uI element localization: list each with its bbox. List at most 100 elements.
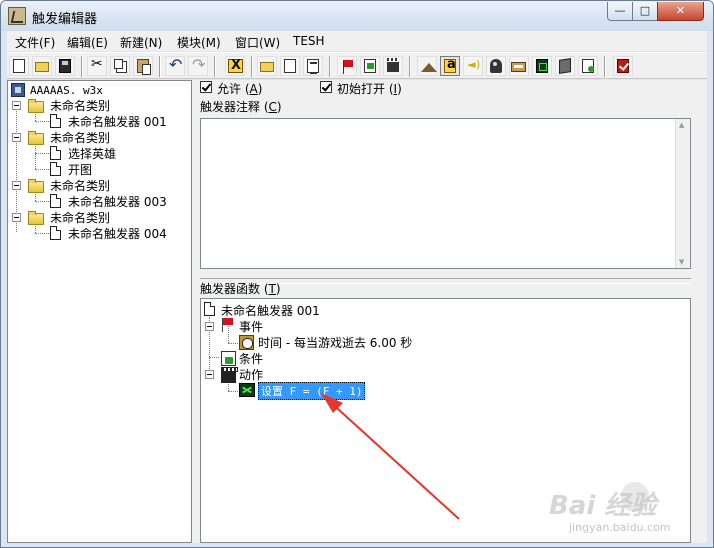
functions-label-text: 触发器函数 [200, 282, 261, 296]
open-map-button[interactable] [32, 56, 52, 76]
comment-scrollbar[interactable]: ▲ ▼ [675, 119, 690, 268]
enabled-label-text: 允许 [217, 82, 242, 96]
sound-editor-button[interactable] [463, 56, 483, 76]
enabled-checkbox[interactable] [200, 81, 212, 93]
title-bar[interactable]: 触发编辑器 — □ ✕ [1, 1, 713, 31]
sound-editor-icon [467, 58, 480, 73]
menu-file[interactable]: 文件(F) [15, 34, 55, 51]
toolbar-separator [251, 56, 253, 77]
initially-on-label[interactable]: 初始打开 (I) [337, 80, 402, 97]
copy-button[interactable] [110, 56, 130, 76]
menu-new[interactable]: 新建(N) [120, 34, 162, 51]
new-trigger-button[interactable] [280, 56, 300, 76]
tree-category[interactable]: 未命名类别 [50, 209, 110, 226]
trigger-editor-button[interactable] [440, 56, 460, 76]
paste-button[interactable] [133, 56, 153, 76]
toolbar-separator [409, 56, 411, 77]
paste-icon [137, 59, 151, 75]
scroll-down-icon[interactable]: ▼ [679, 258, 684, 266]
object-manager-icon [559, 58, 571, 74]
trigger-doc-icon [50, 146, 61, 160]
tree-guide [209, 357, 219, 358]
collapse-icon[interactable] [205, 322, 214, 331]
menu-tesh[interactable]: TESH [293, 34, 325, 48]
tree-trigger[interactable]: 未命名触发器 004 [68, 225, 167, 242]
enabled-hotkey: A [249, 82, 258, 96]
tree-guide [35, 169, 49, 170]
new-map-button[interactable] [9, 56, 29, 76]
toolbar-separator [214, 56, 216, 77]
tree-trigger[interactable]: 开图 [68, 161, 92, 178]
comment-label-text: 触发器注释 [200, 100, 261, 114]
tree-trigger[interactable]: 未命名触发器 003 [68, 193, 167, 210]
trigger-properties: 允许 (A) 初始打开 (I) 触发器注释 (C) ▲ ▼ 触发器函数 (T) … [196, 80, 707, 543]
terrain-editor-button[interactable] [417, 56, 437, 76]
functions-hotkey: T [268, 282, 276, 296]
ai-editor-button[interactable] [532, 56, 552, 76]
convert-jass-button[interactable] [225, 56, 245, 76]
condition-icon [221, 351, 236, 366]
collapse-icon[interactable] [12, 213, 21, 222]
menu-edit[interactable]: 编辑(E) [67, 34, 108, 51]
tree-guide [35, 233, 49, 234]
import-manager-button[interactable] [578, 56, 598, 76]
actions-node[interactable]: 动作 [239, 366, 263, 383]
campaign-editor-button[interactable] [509, 56, 529, 76]
maximize-button[interactable]: □ [632, 2, 658, 21]
object-manager-button[interactable] [555, 56, 575, 76]
minimize-button[interactable]: — [607, 2, 633, 21]
conditions-node[interactable]: 条件 [239, 350, 263, 367]
trigger-editor-window: 触发编辑器 — □ ✕ 文件(F) 编辑(E) 新建(N) 模块(M) 窗口(W… [0, 0, 714, 548]
tree-guide [35, 144, 36, 169]
event-flag-icon [221, 318, 233, 332]
test-map-icon [617, 59, 629, 73]
cut-button[interactable] [87, 56, 107, 76]
trigger-doc-icon [50, 114, 61, 128]
event-item[interactable]: 时间 - 每当游戏逝去 6.00 秒 [258, 334, 412, 351]
new-category-button[interactable] [257, 56, 277, 76]
trigger-tree[interactable]: AAAAAS. w3x 未命名类别 未命名触发器 001 未命名类别 选择英雄 … [7, 80, 192, 543]
toolbar-separator [604, 56, 606, 77]
collapse-icon[interactable] [12, 101, 21, 110]
close-button[interactable]: ✕ [657, 2, 704, 21]
tree-guide [35, 112, 36, 121]
tree-guide [35, 224, 36, 233]
toolbar-separator [329, 56, 331, 77]
object-editor-button[interactable] [486, 56, 506, 76]
tree-category[interactable]: 未命名类别 [50, 177, 110, 194]
menu-window[interactable]: 窗口(W) [235, 34, 280, 51]
redo-button[interactable] [188, 55, 208, 76]
trigger-doc-icon [204, 302, 215, 316]
selected-action-item[interactable]: 设置 F = (F + 1) [258, 382, 366, 400]
new-action-button[interactable] [383, 56, 403, 76]
cut-icon [91, 56, 103, 73]
new-comment-button[interactable] [303, 56, 323, 76]
events-node[interactable]: 事件 [239, 318, 263, 335]
watermark-brand: Bai 经验 [549, 491, 657, 521]
tree-category[interactable]: 未命名类别 [50, 129, 110, 146]
initially-on-checkbox[interactable] [320, 81, 332, 93]
tree-trigger[interactable]: 选择英雄 [68, 145, 116, 162]
undo-button[interactable] [165, 55, 185, 76]
tree-category[interactable]: 未命名类别 [50, 97, 110, 114]
tree-root-map[interactable]: AAAAAS. w3x [30, 84, 103, 97]
collapse-icon[interactable] [12, 133, 21, 142]
import-manager-icon [582, 59, 594, 73]
terrain-editor-icon [421, 59, 437, 73]
toolbar-separator [159, 56, 161, 77]
menu-module[interactable]: 模块(M) [177, 34, 221, 51]
tree-trigger[interactable]: 未命名触发器 001 [68, 113, 167, 130]
menu-bar: 文件(F) 编辑(E) 新建(N) 模块(M) 窗口(W) TESH [7, 31, 707, 51]
scroll-up-icon[interactable]: ▲ [679, 121, 684, 129]
comment-textarea[interactable]: ▲ ▼ [200, 118, 691, 269]
collapse-icon[interactable] [205, 370, 214, 379]
functions-trigger-name[interactable]: 未命名触发器 001 [221, 302, 320, 319]
toolbar [7, 52, 707, 79]
new-condition-button[interactable] [360, 56, 380, 76]
collapse-icon[interactable] [12, 181, 21, 190]
test-map-button[interactable] [613, 56, 633, 76]
initially-on-label-text: 初始打开 [337, 82, 386, 96]
save-map-button[interactable] [55, 56, 75, 76]
enabled-label[interactable]: 允许 (A) [217, 80, 262, 97]
new-event-button[interactable] [337, 56, 357, 76]
